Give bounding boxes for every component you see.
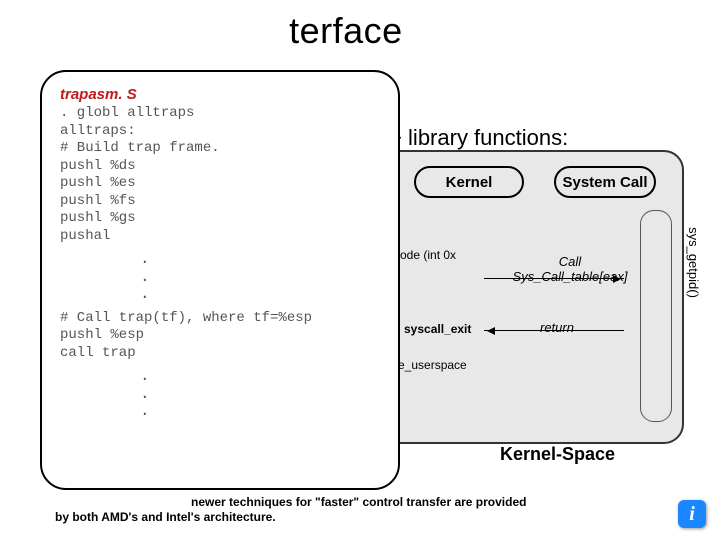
arrow-return xyxy=(484,330,624,331)
footnote: Note: in x86-64, though newer techniques… xyxy=(55,495,615,525)
call-label: CallSys_Call_table[eax] xyxy=(510,254,630,284)
callout-filename: trapasm. S xyxy=(60,86,380,103)
return-label: return xyxy=(540,320,574,335)
syscall-vertical-label: sys_getpid() xyxy=(686,227,701,298)
ellipsis-1: ... xyxy=(140,251,380,304)
syscall-exit-label: syscall_exit xyxy=(404,322,471,336)
userspace-label: e_userspace xyxy=(398,358,467,372)
code-block-1: . globl alltraps alltraps: # Build trap … xyxy=(60,105,380,245)
system-call-box: System Call xyxy=(554,166,656,198)
code-callout: trapasm. S . globl alltraps alltraps: # … xyxy=(40,70,400,490)
arrow-call xyxy=(484,278,624,279)
kernel-box: Kernel xyxy=(414,166,524,198)
code-block-2: # Call trap(tf), where tf=%esp pushl %es… xyxy=(60,310,380,363)
slide: System Call Interface h C/C++ library fu… xyxy=(0,0,720,540)
ellipsis-2: ... xyxy=(140,368,380,421)
page-title: System Call Interface xyxy=(50,10,403,52)
kernel-space-label: Kernel-Space xyxy=(500,444,615,465)
syscall-column xyxy=(640,210,672,422)
info-icon[interactable]: i xyxy=(678,500,706,528)
